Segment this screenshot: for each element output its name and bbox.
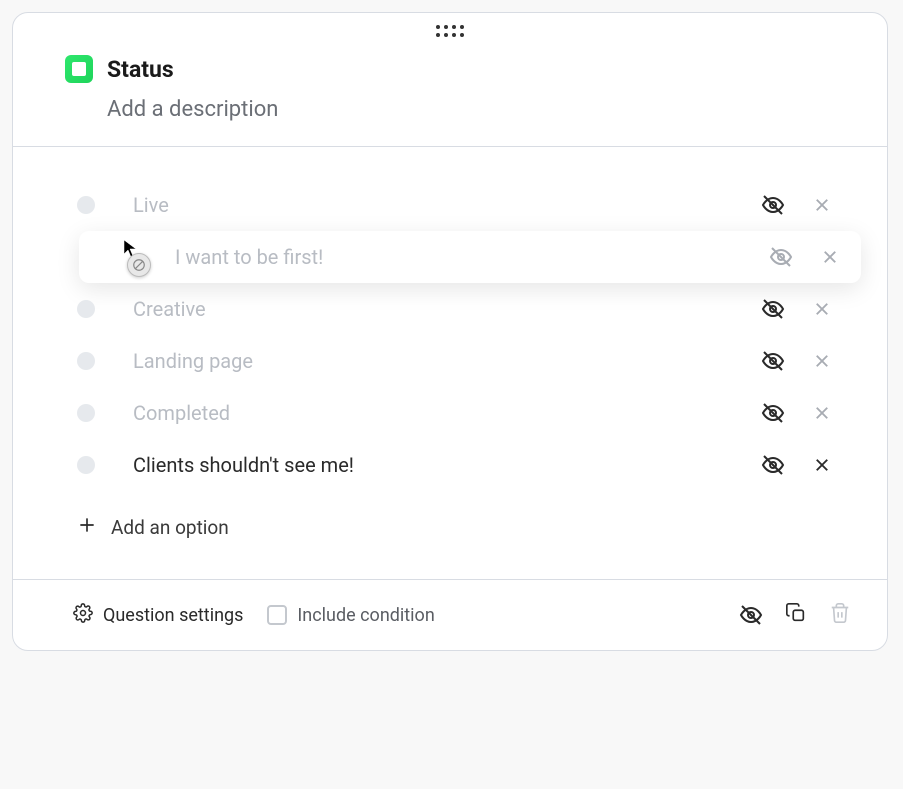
option-label[interactable]: Completed <box>115 401 741 425</box>
checkbox-label: Include condition <box>297 605 434 626</box>
close-icon[interactable] <box>813 352 831 370</box>
copy-icon[interactable] <box>785 602 807 628</box>
close-icon[interactable] <box>813 196 831 214</box>
option-row[interactable]: Completed <box>49 387 851 439</box>
option-color-dot[interactable] <box>77 456 95 474</box>
option-color-dot[interactable] <box>77 352 95 370</box>
card-header: Status Add a description <box>13 45 887 146</box>
add-option-label: Add an option <box>111 516 229 539</box>
status-card: Status Add a description Live <box>12 12 888 651</box>
drag-handle-icon <box>436 25 464 37</box>
eye-off-icon[interactable] <box>761 349 785 373</box>
eye-off-icon[interactable] <box>761 297 785 321</box>
status-icon <box>65 55 93 83</box>
options-list: Live I want to be first! <box>13 147 887 579</box>
option-row[interactable]: Creative <box>49 283 851 335</box>
option-label[interactable]: I want to be first! <box>157 245 749 269</box>
description-input[interactable]: Add a description <box>65 97 859 122</box>
eye-off-icon[interactable] <box>739 603 763 627</box>
option-label[interactable]: Landing page <box>115 349 741 373</box>
close-icon[interactable] <box>813 456 831 474</box>
option-row[interactable]: Landing page <box>49 335 851 387</box>
include-condition-checkbox[interactable]: Include condition <box>267 605 434 626</box>
close-icon[interactable] <box>813 300 831 318</box>
gear-icon <box>73 603 93 627</box>
option-color-dot[interactable] <box>77 404 95 422</box>
eye-off-icon[interactable] <box>761 193 785 217</box>
trash-icon[interactable] <box>829 602 851 628</box>
plus-icon <box>77 515 97 539</box>
close-icon[interactable] <box>821 248 839 266</box>
option-label[interactable]: Live <box>115 193 741 217</box>
card-title[interactable]: Status <box>107 56 174 83</box>
option-color-dot[interactable] <box>77 300 95 318</box>
card-footer: Question settings Include condition <box>13 580 887 650</box>
eye-off-icon[interactable] <box>761 453 785 477</box>
option-label[interactable]: Clients shouldn't see me! <box>115 453 741 477</box>
option-row[interactable]: Clients shouldn't see me! <box>49 439 851 491</box>
drag-handle[interactable] <box>13 13 887 45</box>
question-settings-button[interactable]: Question settings <box>73 603 243 627</box>
option-label[interactable]: Creative <box>115 297 741 321</box>
settings-label: Question settings <box>103 605 243 626</box>
checkbox <box>267 605 287 625</box>
drag-cursor <box>123 239 157 273</box>
eye-off-icon[interactable] <box>769 245 793 269</box>
eye-off-icon[interactable] <box>761 401 785 425</box>
close-icon[interactable] <box>813 404 831 422</box>
option-color-dot[interactable] <box>77 196 95 214</box>
option-row-dragging[interactable]: I want to be first! <box>79 231 861 283</box>
add-option-button[interactable]: Add an option <box>49 491 851 551</box>
option-row[interactable]: Live <box>49 179 851 231</box>
